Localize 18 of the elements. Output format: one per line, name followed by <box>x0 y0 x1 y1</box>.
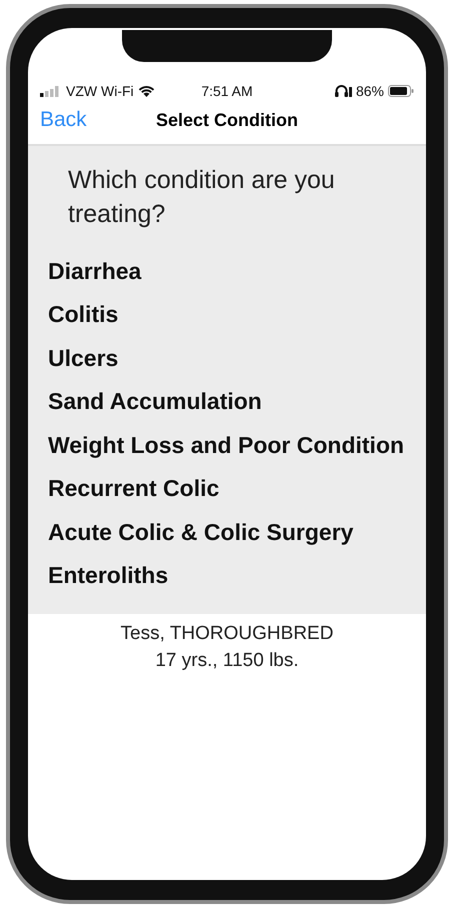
condition-item[interactable]: Recurrent Colic <box>48 471 220 506</box>
condition-item[interactable]: Ulcers <box>48 340 118 375</box>
carrier-label: VZW Wi-Fi <box>66 83 134 99</box>
question-text: Which condition are you treating? <box>68 165 336 230</box>
condition-item[interactable]: Sand Accumulation <box>48 384 262 418</box>
condition-item[interactable]: Acute Colic & Colic Surgery <box>48 514 354 549</box>
condition-item[interactable]: Enteroliths <box>48 558 168 592</box>
condition-item[interactable]: Colitis <box>48 297 118 332</box>
patient-details: 17 yrs., 1150 lbs. <box>155 649 299 674</box>
condition-item[interactable]: Diarrhea <box>48 254 142 288</box>
nav-title: Select Condition <box>156 110 298 130</box>
wifi-icon <box>138 85 155 97</box>
battery-percent: 86% <box>356 83 384 99</box>
patient-name: Tess, THOROUGHBRED <box>120 622 334 646</box>
status-time: 7:51 AM <box>201 83 253 99</box>
condition-item[interactable]: Weight Loss and Poor Condition <box>48 428 404 462</box>
headphones-icon <box>334 85 352 97</box>
battery-icon <box>388 85 414 97</box>
